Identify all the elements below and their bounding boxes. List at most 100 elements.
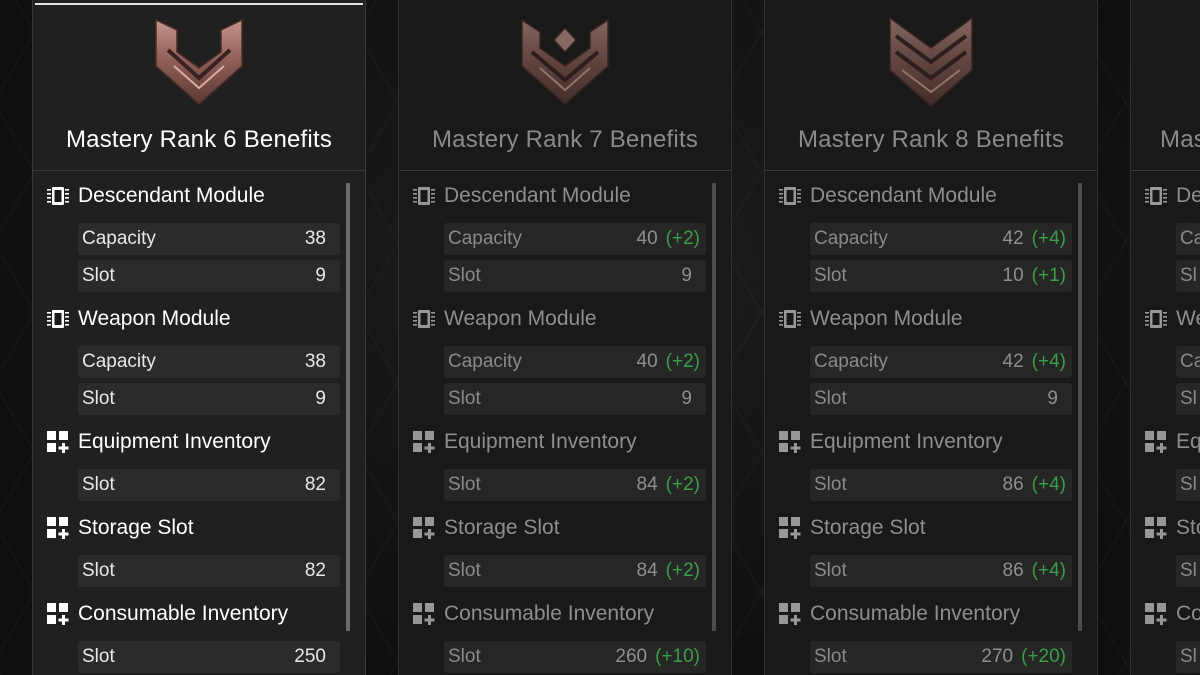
stat-label: Capacity [448,228,522,249]
stat-label: Slot [448,560,481,581]
section-label: We [1176,307,1200,330]
section-storage-slot: Storage Slot [776,513,1076,543]
rank-emblem-icon [152,16,246,108]
stat-value: 82 [305,555,334,587]
module-chip-icon [46,185,70,207]
value-delta: (+20) [1021,646,1066,667]
benefits-list: Descendant Module Capacity 42 (+4) Slot 1… [765,171,1097,675]
mastery-rank-card-9[interactable]: Mas De Ca Sl We Ca Sl Eq Sl [1130,0,1200,675]
value-number: 42 [1002,351,1024,372]
section-label: Storage Slot [78,516,194,539]
stat-row-slot: Slot 86 (+4) [810,469,1072,501]
value-number: 9 [681,265,692,286]
section-weapon-module: We [1142,304,1200,334]
value-number: 42 [1002,228,1024,249]
section-label: De [1176,184,1200,207]
stat-row-capacity: Capacity 38 [78,346,340,378]
stat-value: 9 [1047,383,1066,415]
inventory-grid-icon [412,431,436,453]
rank-emblem-icon [884,16,978,108]
inventory-grid-icon [778,603,802,625]
section-label: Consumable Inventory [78,602,289,625]
stat-value: 84 (+2) [637,555,700,587]
stat-label: Slot [448,265,481,286]
value-number: 38 [304,228,326,249]
inventory-grid-icon [778,431,802,453]
stat-row-capacity: Capacity 40 (+2) [444,346,706,378]
value-number: 40 [636,228,658,249]
stat-row-capacity: Ca [1176,223,1200,255]
stat-value: 84 (+2) [637,469,700,501]
section-label: Weapon Module [444,307,597,330]
stat-row-slot: Slot 86 (+4) [810,555,1072,587]
value-delta: (+4) [1031,228,1066,249]
value-number: 9 [1047,388,1058,409]
stat-row-slot: Slot 82 [78,469,340,501]
card-title: Mastery Rank 8 Benefits [797,126,1065,153]
inventory-grid-icon [412,603,436,625]
value-number: 270 [981,646,1014,667]
stat-row-slot: Slot 9 [78,260,340,292]
stat-row-slot: Sl [1176,555,1200,587]
stat-row-slot: Slot 9 [78,383,340,415]
stat-label: Slot [82,388,115,409]
stat-label: Capacity [814,228,888,249]
section-label: Storage Slot [810,516,926,539]
section-descendant-module: Descendant Module [776,181,1076,211]
value-number: 82 [304,474,326,495]
section-equipment-inventory: Equipment Inventory [44,427,344,457]
stat-row-slot: Slot 9 [444,383,706,415]
stat-row-slot: Slot 9 [444,260,706,292]
card-header: Mas [1131,0,1200,171]
section-label: Descendant Module [444,184,631,207]
stat-value: 42 (+4) [1003,346,1066,378]
inventory-grid-icon [1144,517,1168,539]
stat-value: 42 (+4) [1003,223,1066,255]
stat-label: Slot [814,265,847,286]
value-delta: (+2) [665,351,700,372]
section-label: Sto [1176,516,1200,539]
stat-label: Sl [1180,388,1197,409]
stat-label: Capacity [448,351,522,372]
stat-row-slot: Sl [1176,469,1200,501]
section-label: Equipment Inventory [78,430,271,453]
value-number: 86 [1002,560,1024,581]
stat-label: Capacity [814,351,888,372]
card-title: Mastery Rank 6 Benefits [65,126,333,153]
value-delta: (+2) [665,474,700,495]
inventory-grid-icon [412,517,436,539]
section-label: Equipment Inventory [810,430,1003,453]
scrollbar[interactable] [346,183,350,631]
card-title: Mas [1160,126,1200,153]
value-delta: (+2) [665,228,700,249]
value-number: 40 [636,351,658,372]
value-number: 9 [681,388,692,409]
card-header: Mastery Rank 8 Benefits [765,0,1097,171]
stat-value: 260 (+10) [615,641,700,673]
section-label: Consumable Inventory [810,602,1021,625]
scrollbar[interactable] [1078,183,1082,631]
card-header: Mastery Rank 7 Benefits [399,0,731,171]
section-label: Weapon Module [78,307,231,330]
benefits-list: Descendant Module Capacity 40 (+2) Slot 9… [399,171,731,675]
stat-value: 9 [315,260,334,292]
section-storage-slot: Storage Slot [44,513,344,543]
value-number: 84 [636,560,658,581]
stat-label: Ca [1180,228,1200,249]
benefits-list: De Ca Sl We Ca Sl Eq Sl Sto Sl [1131,171,1200,675]
value-delta: (+4) [1031,560,1066,581]
value-number: 84 [636,474,658,495]
mastery-rank-card-7[interactable]: Mastery Rank 7 Benefits Descendant Modul… [398,0,732,675]
inventory-grid-icon [46,603,70,625]
rank-emblem-icon [518,16,612,108]
section-consumable-inventory: Co [1142,599,1200,629]
scrollbar[interactable] [712,183,716,631]
stat-label: Slot [82,646,115,667]
section-label: Consumable Inventory [444,602,655,625]
stat-label: Sl [1180,474,1197,495]
mastery-rank-card-6[interactable]: Mastery Rank 6 Benefits Descendant Modul… [32,0,366,675]
stat-value: 40 (+2) [637,223,700,255]
stat-row-capacity: Capacity 40 (+2) [444,223,706,255]
stat-label: Slot [82,474,115,495]
mastery-rank-card-8[interactable]: Mastery Rank 8 Benefits Descendant Modul… [764,0,1098,675]
